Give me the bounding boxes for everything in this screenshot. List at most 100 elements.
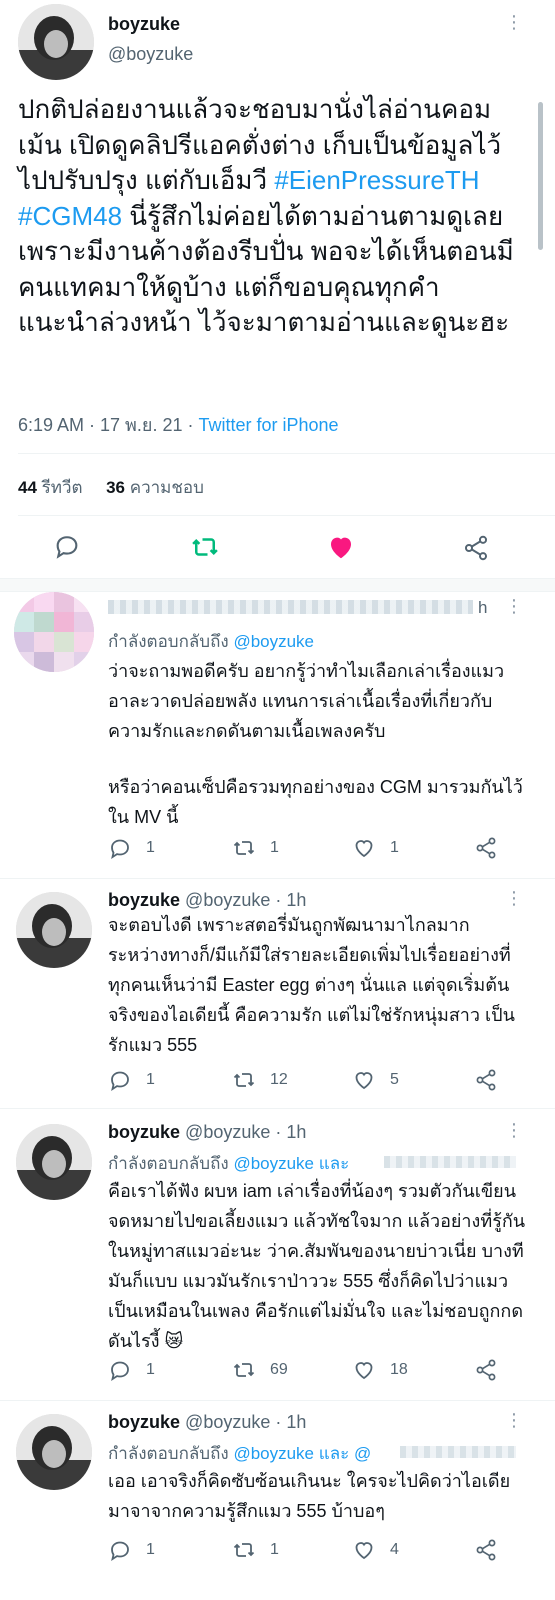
reply-button[interactable]: 1 [108, 1068, 218, 1092]
like-count: 5 [390, 1071, 399, 1088]
divider [0, 1400, 555, 1401]
more-options-icon[interactable]: ⋮ [505, 1410, 524, 1431]
avatar-photo [16, 892, 92, 968]
reply-text: จะตอบไงดี เพราะสตอรี่มันถูกพัฒนามาไกลมาก… [108, 915, 515, 1055]
tweet-source[interactable]: Twitter for iPhone [199, 415, 339, 435]
retweet-count: 1 [270, 1541, 279, 1558]
reply-icon [111, 1071, 129, 1091]
reply-avatar[interactable] [16, 1124, 92, 1200]
retweet-button[interactable]: 12 [232, 1068, 338, 1092]
more-options-icon[interactable]: ⋮ [505, 1120, 524, 1141]
more-options-icon[interactable]: ⋮ [505, 596, 524, 617]
retweet-button[interactable]: 1 [232, 836, 338, 860]
retweet-count: 12 [270, 1071, 288, 1088]
reply-avatar[interactable] [16, 892, 92, 968]
replying-to-mention[interactable]: @boyzuke [233, 632, 314, 651]
like-count: 1 [390, 839, 399, 856]
more-options-icon[interactable]: ⋮ [505, 12, 524, 33]
retweet-icon [233, 841, 255, 855]
reply-author-handle[interactable]: @boyzuke · 1h [185, 1122, 306, 1142]
reply-text: ว่าจะถามพอดีครับ อยากรู้ว่าทำไมเลือกเล่า… [108, 661, 505, 741]
share-icon [476, 1359, 496, 1381]
reply-button[interactable]: 1 [108, 836, 218, 860]
retweet-button[interactable]: 69 [232, 1358, 338, 1382]
reply-header: boyzuke @boyzuke · 1h [108, 890, 306, 911]
like-count[interactable]: 36 [106, 478, 125, 497]
reply-action-bar: 1 69 18 [108, 1358, 528, 1382]
hashtag-cgm48[interactable]: #CGM48 [18, 201, 122, 231]
like-count: 4 [390, 1541, 399, 1558]
like-button[interactable]: 1 [352, 836, 460, 860]
avatar-photo [16, 1414, 92, 1490]
heart-icon [355, 840, 373, 858]
like-count: 18 [390, 1361, 408, 1378]
retweet-label[interactable]: รีทวีต [42, 478, 83, 497]
blurred-mention [400, 1446, 516, 1458]
reply-avatar[interactable] [16, 1414, 92, 1490]
author-name[interactable]: boyzuke [108, 14, 180, 35]
replying-to: กำลังตอบกลับถึง @boyzuke และ [108, 1150, 349, 1177]
retweet-icon [233, 1073, 255, 1087]
heart-icon [355, 1072, 373, 1090]
reply-avatar[interactable] [14, 592, 94, 672]
divider [0, 878, 555, 879]
author-avatar[interactable] [18, 4, 94, 80]
reply-text: เออ เอาจริงก็คิดซับซ้อนเกินนะ ใครจะไปคิด… [108, 1471, 511, 1521]
share-button[interactable] [474, 836, 498, 860]
reply-action-bar: 1 1 1 [108, 836, 528, 860]
reply-text-body: คือเราได้ฟัง ผบห iam เล่าเรื่องที่น้องๆ … [108, 1181, 526, 1351]
divider [18, 453, 555, 454]
avatar-photo [18, 4, 94, 80]
share-button[interactable] [462, 534, 490, 562]
crying-cat-emoji: 😿 [164, 1331, 184, 1351]
reply-button[interactable]: 1 [108, 1538, 218, 1562]
author-handle[interactable]: @boyzuke [108, 44, 193, 65]
reply-author-handle[interactable]: @boyzuke · 1h [185, 1412, 306, 1432]
like-button[interactable]: 5 [352, 1068, 460, 1092]
replying-to: กำลังตอบกลับถึง @boyzuke และ @ [108, 1440, 371, 1467]
replying-to-mention[interactable]: @boyzuke และ @ [233, 1444, 371, 1463]
more-options-icon[interactable]: ⋮ [505, 888, 524, 909]
retweet-button[interactable] [190, 532, 220, 562]
reply-count: 1 [146, 1541, 155, 1558]
retweet-button[interactable]: 1 [232, 1538, 338, 1562]
blurred-username [108, 600, 473, 614]
retweet-count: 69 [270, 1361, 288, 1378]
like-button[interactable]: 18 [352, 1358, 460, 1382]
like-label[interactable]: ความชอบ [130, 478, 204, 497]
replying-to-label: กำลังตอบกลับถึง [108, 632, 229, 651]
reply-count: 1 [146, 1071, 155, 1088]
hashtag-eienpressure[interactable]: #EienPressureTH [274, 165, 479, 195]
reply-action-bar: 1 12 5 [108, 1068, 528, 1092]
share-button[interactable] [474, 1538, 498, 1562]
reply-time[interactable]: h [478, 598, 487, 618]
share-button[interactable] [474, 1358, 498, 1382]
retweet-count[interactable]: 44 [18, 478, 37, 497]
reply-author-handle[interactable]: @boyzuke · 1h [185, 890, 306, 910]
reply-button[interactable]: 1 [108, 1358, 218, 1382]
like-button[interactable]: 4 [352, 1538, 460, 1562]
avatar-photo [16, 1124, 92, 1200]
reply-text: คือเราได้ฟัง ผบห iam เล่าเรื่องที่น้องๆ … [108, 1176, 528, 1356]
reply-icon [111, 1541, 129, 1561]
reply-icon [111, 839, 129, 859]
replying-to-mention[interactable]: @boyzuke และ [233, 1154, 349, 1173]
reply-author-name[interactable]: boyzuke [108, 1412, 180, 1432]
reply-header: boyzuke @boyzuke · 1h [108, 1122, 306, 1143]
reply-icon [56, 536, 78, 559]
share-icon [464, 535, 488, 561]
reply-author-name[interactable]: boyzuke [108, 1122, 180, 1142]
reply-author-name[interactable]: boyzuke [108, 890, 180, 910]
share-icon [476, 1069, 496, 1091]
reply-text-paragraph: หรือว่าคอนเซ็ปคือรวมทุกอย่างของ CGM มารว… [108, 777, 523, 827]
reply-count: 1 [146, 1361, 155, 1378]
reply-button[interactable] [53, 532, 81, 560]
scrollbar[interactable] [538, 102, 543, 250]
blurred-avatar [14, 592, 94, 672]
tweet-timestamp[interactable]: 6:19 AM · 17 พ.ย. 21 · [18, 415, 199, 435]
like-button[interactable] [326, 532, 356, 562]
share-button[interactable] [474, 1068, 498, 1092]
section-divider [0, 578, 555, 592]
heart-filled-icon [331, 537, 351, 559]
reply-header: boyzuke @boyzuke · 1h [108, 1412, 306, 1433]
